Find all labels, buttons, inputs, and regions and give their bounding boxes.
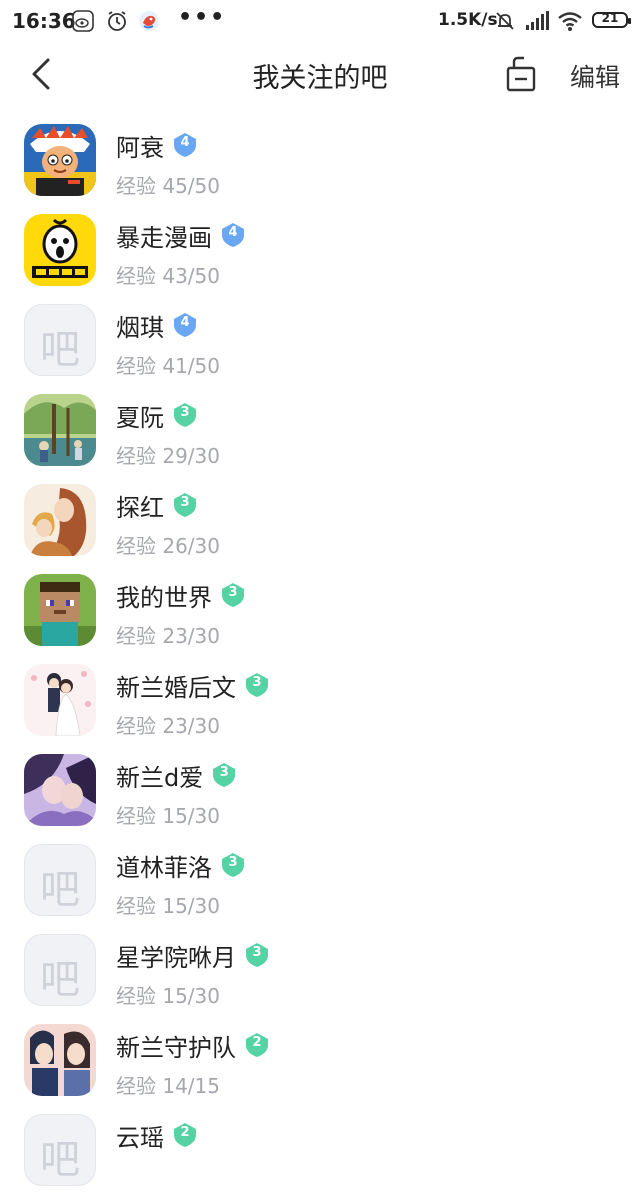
list-item[interactable]: 探红 3 经验 26/30 bbox=[0, 480, 640, 570]
bar-name: 阿衰 bbox=[116, 133, 164, 162]
level-badge-icon: 3 bbox=[220, 852, 246, 878]
level-number: 3 bbox=[180, 495, 190, 510]
network-speed: 1.5K/s bbox=[438, 10, 498, 30]
nav-bar: 我关注的吧 编辑 bbox=[0, 44, 640, 104]
exp-text: 经验 15/30 bbox=[116, 894, 220, 918]
signal-icon bbox=[526, 11, 549, 30]
level-number: 2 bbox=[252, 1035, 262, 1050]
exp-text: 经验 15/30 bbox=[116, 804, 220, 828]
list-item[interactable]: 新兰婚后文 3 经验 23/30 bbox=[0, 660, 640, 750]
level-badge-icon: 4 bbox=[220, 222, 246, 248]
baozou-logo-image bbox=[24, 214, 96, 286]
wifi-icon bbox=[558, 12, 582, 31]
exp-text: 经验 26/30 bbox=[116, 534, 220, 558]
list-item[interactable]: 吧 云瑶 2 bbox=[0, 1110, 640, 1200]
list-item[interactable]: 吧 道林菲洛 3 经验 15/30 bbox=[0, 840, 640, 930]
placeholder-glyph: 吧 bbox=[40, 867, 80, 913]
exp-text: 经验 23/30 bbox=[116, 714, 220, 738]
level-number: 4 bbox=[228, 225, 238, 240]
more-dots-icon: ••• bbox=[178, 5, 227, 30]
placeholder-avatar: 吧 bbox=[24, 1114, 96, 1186]
level-badge-icon: 4 bbox=[172, 132, 198, 158]
bar-name: 夏阮 bbox=[116, 403, 164, 432]
exp-text: 经验 41/50 bbox=[116, 354, 220, 378]
conan-couple-image bbox=[24, 1024, 96, 1096]
level-number: 3 bbox=[228, 855, 238, 870]
bar-name: 我的世界 bbox=[116, 583, 212, 612]
battery-level: 21 bbox=[601, 11, 619, 25]
edit-button[interactable]: 编辑 bbox=[570, 58, 620, 94]
level-badge-icon: 3 bbox=[220, 582, 246, 608]
wedding-illustration-image bbox=[24, 664, 96, 736]
minecraft-steve-image bbox=[24, 574, 96, 646]
bar-name: 新兰婚后文 bbox=[116, 673, 236, 702]
placeholder-glyph: 吧 bbox=[40, 957, 80, 1003]
placeholder-avatar: 吧 bbox=[24, 934, 96, 1006]
placeholder-glyph: 吧 bbox=[40, 327, 80, 373]
level-number: 3 bbox=[219, 765, 229, 780]
list-item[interactable]: 我的世界 3 经验 23/30 bbox=[0, 570, 640, 660]
status-bar: 16:36 ••• 1.5K/s 21 bbox=[0, 0, 640, 44]
level-badge-icon: 2 bbox=[244, 1032, 270, 1058]
level-badge-icon: 3 bbox=[172, 402, 198, 428]
alarm-icon bbox=[108, 11, 126, 31]
placeholder-glyph: 吧 bbox=[40, 1137, 80, 1183]
bar-name: 云瑶 bbox=[116, 1123, 164, 1152]
level-number: 4 bbox=[180, 135, 190, 150]
bar-name: 新兰d爱 bbox=[116, 763, 204, 792]
level-number: 3 bbox=[228, 585, 238, 600]
exp-text: 经验 43/50 bbox=[116, 264, 220, 288]
list-item[interactable]: 暴走漫画 4 经验 43/50 bbox=[0, 210, 640, 300]
exp-text: 经验 15/30 bbox=[116, 984, 220, 1008]
unlock-icon[interactable] bbox=[504, 54, 538, 94]
couple-illustration-image bbox=[24, 484, 96, 556]
battery-icon: 21 bbox=[592, 11, 631, 28]
placeholder-avatar: 吧 bbox=[24, 304, 96, 376]
level-number: 4 bbox=[180, 315, 190, 330]
bird-app-icon bbox=[139, 11, 159, 31]
list-item[interactable]: 吧 烟琪 4 经验 41/50 bbox=[0, 300, 640, 390]
weibo-icon bbox=[72, 10, 94, 32]
list-item[interactable]: 新兰d爱 3 经验 15/30 bbox=[0, 750, 640, 840]
level-badge-icon: 4 bbox=[172, 312, 198, 338]
status-time: 16:36 bbox=[12, 9, 76, 33]
level-badge-icon: 2 bbox=[172, 1122, 198, 1148]
bar-name: 烟琪 bbox=[116, 313, 164, 342]
level-badge-icon: 3 bbox=[244, 672, 270, 698]
list-item[interactable]: 夏阮 3 经验 29/30 bbox=[0, 390, 640, 480]
list-item[interactable]: 阿衰 4 经验 45/50 bbox=[0, 120, 640, 210]
level-badge-icon: 3 bbox=[172, 492, 198, 518]
bar-name: 探红 bbox=[116, 493, 164, 522]
level-number: 3 bbox=[252, 945, 262, 960]
level-badge-icon: 3 bbox=[244, 942, 270, 968]
level-number: 3 bbox=[180, 405, 190, 420]
level-number: 3 bbox=[252, 675, 262, 690]
exp-text: 经验 29/30 bbox=[116, 444, 220, 468]
bar-name: 道林菲洛 bbox=[116, 853, 212, 882]
mute-bell-icon bbox=[496, 12, 514, 30]
exp-text: 经验 23/30 bbox=[116, 624, 220, 648]
exp-text: 经验 45/50 bbox=[116, 174, 220, 198]
bar-name: 新兰守护队 bbox=[116, 1033, 236, 1062]
forest-illustration-image bbox=[24, 394, 96, 466]
cartoon-boy-image bbox=[24, 124, 96, 196]
list-item[interactable]: 新兰守护队 2 经验 14/15 bbox=[0, 1020, 640, 1110]
exp-text: 经验 14/15 bbox=[116, 1074, 220, 1098]
bar-name: 暴走漫画 bbox=[116, 223, 212, 252]
anime-couple-image bbox=[24, 754, 96, 826]
level-badge-icon: 3 bbox=[211, 762, 237, 788]
placeholder-avatar: 吧 bbox=[24, 844, 96, 916]
page-title: 我关注的吧 bbox=[252, 63, 388, 94]
list-item[interactable]: 吧 星学院咻月 3 经验 15/30 bbox=[0, 930, 640, 1020]
bar-name: 星学院咻月 bbox=[116, 943, 236, 972]
